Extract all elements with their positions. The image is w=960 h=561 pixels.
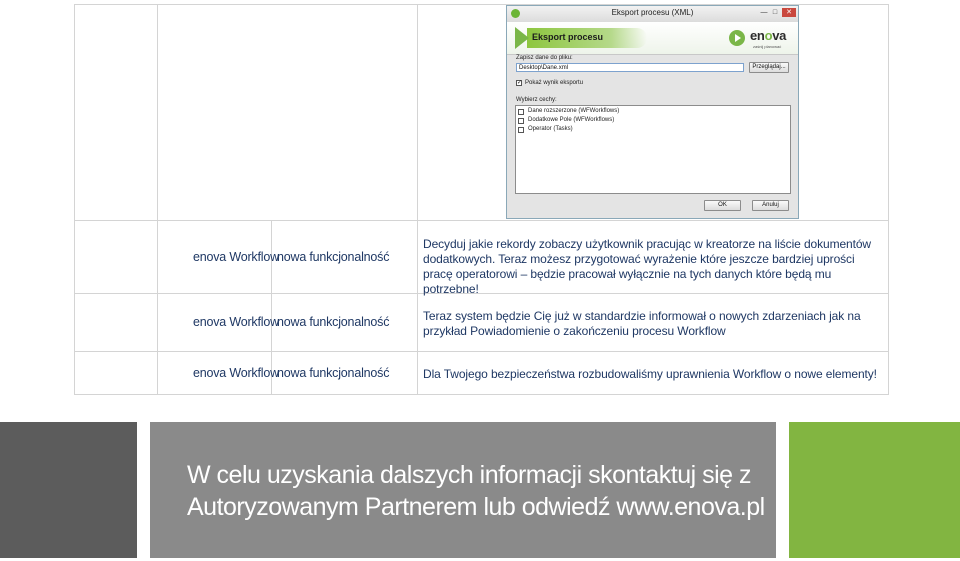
- dialog-window-title: Eksport procesu (XML): [611, 8, 694, 17]
- dialog-banner: Eksport procesu enova zaśnij planować: [507, 22, 798, 55]
- feature-label: Operator (Tasks): [528, 126, 573, 132]
- footer-contact-text: W celu uzyskania dalszych informacji sko…: [187, 461, 765, 521]
- table-row-divider: [75, 220, 888, 221]
- feature-label: Dane rozszerzone (WFWorkflows): [528, 108, 620, 114]
- features-label: Wybierz cechy:: [516, 97, 557, 103]
- show-result-label: Pokaż wynik eksportu: [525, 80, 584, 86]
- row-category: nowa funkcjonalność: [277, 315, 390, 329]
- dialog-titlebar: Eksport procesu (XML) — □ ✕: [507, 6, 798, 23]
- save-to-file-label: Zapisz dane do pliku:: [516, 55, 573, 61]
- footer-dark-block: [0, 422, 137, 558]
- table-row-divider: [75, 351, 888, 352]
- row-product: enova Workflow: [193, 250, 279, 264]
- row-category: nowa funkcjonalność: [277, 366, 390, 380]
- maximize-icon[interactable]: □: [770, 8, 780, 17]
- feature-checkbox[interactable]: [518, 127, 524, 133]
- browse-button[interactable]: Przeglądaj...: [749, 62, 789, 73]
- footer-contact-panel: W celu uzyskania dalszych informacji sko…: [150, 422, 776, 558]
- cancel-button[interactable]: Anuluj: [752, 200, 789, 211]
- row-description: Teraz system będzie Cię już w standardzi…: [423, 309, 861, 338]
- footer-green-block: [789, 422, 960, 558]
- play-icon: [729, 30, 745, 46]
- table-divider: [417, 5, 418, 394]
- file-path-input[interactable]: Desktop\Dane.xml: [516, 63, 744, 72]
- row-description: Decyduj jakie rekordy zobaczy użytkownik…: [423, 237, 871, 296]
- show-result-checkbox[interactable]: ✓: [516, 80, 522, 86]
- table-divider: [157, 5, 158, 394]
- feature-checkbox[interactable]: [518, 118, 524, 124]
- feature-label: Dodatkowe Pole (WFWorkflows): [528, 117, 615, 123]
- logo-tagline: zaśnij planować: [753, 44, 782, 49]
- row-product: enova Workflow: [193, 366, 279, 380]
- banner-title: Eksport procesu: [532, 32, 604, 42]
- features-list[interactable]: Dane rozszerzone (WFWorkflows) Dodatkowe…: [515, 105, 791, 194]
- enova-logo: enova: [750, 28, 787, 43]
- close-icon[interactable]: ✕: [782, 8, 796, 17]
- minimize-icon[interactable]: —: [759, 8, 769, 17]
- export-dialog-screenshot: Eksport procesu (XML) — □ ✕ Eksport proc…: [506, 5, 799, 219]
- banner-arrow-icon: [515, 27, 529, 49]
- row-product: enova Workflow: [193, 315, 279, 329]
- feature-checkbox[interactable]: [518, 109, 524, 115]
- row-description: Dla Twojego bezpieczeństwa rozbudowaliśm…: [423, 367, 877, 381]
- row-category: nowa funkcjonalność: [277, 250, 390, 264]
- ok-button[interactable]: OK: [704, 200, 741, 211]
